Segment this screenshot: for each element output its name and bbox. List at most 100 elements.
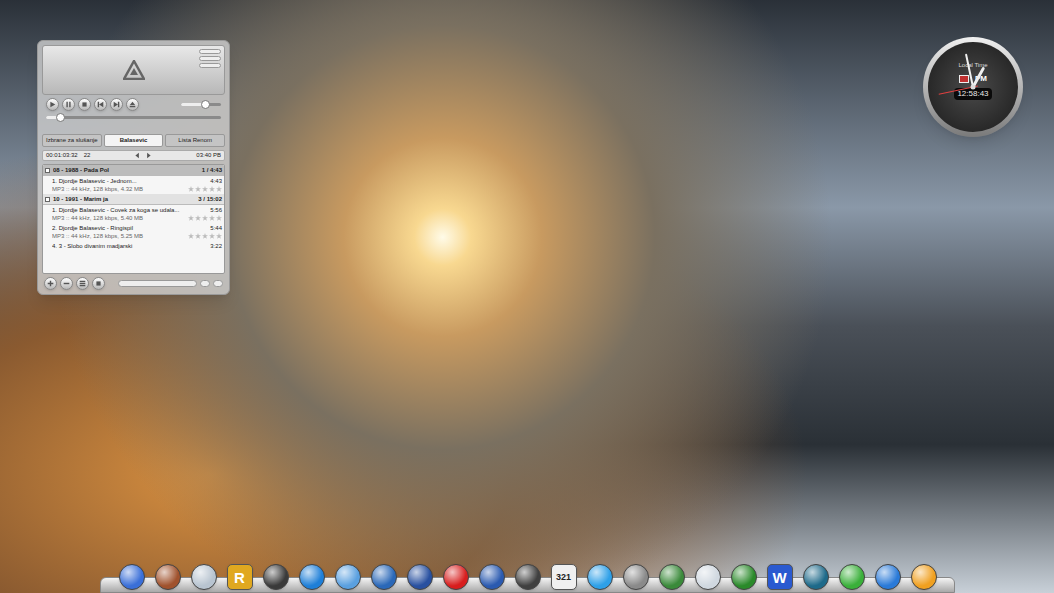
dock-item-icon[interactable] (155, 564, 181, 590)
collapse-box[interactable] (45, 197, 50, 202)
previous-button[interactable] (94, 98, 107, 111)
dock-item-icon[interactable] (731, 564, 757, 590)
mode-button[interactable] (200, 280, 210, 287)
star-icon (209, 186, 215, 192)
playlist-tab[interactable]: Izbrane za slušanje (42, 134, 102, 147)
play-button[interactable] (46, 98, 59, 111)
dock-item-icon[interactable] (587, 564, 613, 590)
dock-item-icon[interactable] (407, 564, 433, 590)
playlist-group[interactable]: 08 - 1988 - Pada Pol1 / 4:43 (43, 165, 224, 176)
search-field[interactable] (118, 280, 197, 287)
mode-button[interactable] (213, 280, 223, 287)
rating[interactable] (188, 186, 222, 192)
clock-face: Local TimePM12:58:43 (928, 42, 1018, 132)
dock-item-icon[interactable] (443, 564, 469, 590)
dock-item-icon[interactable] (299, 564, 325, 590)
playlist-info: 00:01:03:32 22 03:40 PB (42, 150, 225, 161)
aimp-logo-icon (123, 60, 145, 80)
dock: R 321 W (100, 558, 955, 593)
track-count: 22 (84, 151, 91, 160)
dock-item-icon[interactable] (191, 564, 217, 590)
control-icon (145, 152, 152, 159)
control-icon (63, 280, 70, 287)
playlist-tabs: Izbrane za slušanjeBalasevicLista Renom (42, 134, 225, 147)
sort-button[interactable] (76, 277, 89, 290)
menu-button[interactable] (92, 277, 105, 290)
control-icon (113, 101, 120, 108)
progress-row (42, 114, 225, 121)
rating[interactable] (188, 233, 222, 239)
control-icon (81, 101, 88, 108)
dock-item-icon[interactable] (803, 564, 829, 590)
playlist-track[interactable]: 2. Djordje Balasevic - Ringispil5:44MP3 … (43, 223, 224, 241)
star-icon (216, 186, 222, 192)
dock-item-icon[interactable] (623, 564, 649, 590)
star-icon (195, 233, 201, 239)
dock-item-icon[interactable] (911, 564, 937, 590)
progress-slider[interactable] (46, 116, 221, 119)
star-icon (202, 233, 208, 239)
window-button[interactable] (199, 49, 221, 54)
playlist-group[interactable]: 10 - 1991 - Marim ja3 / 15:02 (43, 194, 224, 205)
playlist-tab[interactable]: Lista Renom (165, 134, 225, 147)
clock-widget[interactable]: Local TimePM12:58:43 (923, 37, 1023, 137)
control-icon (129, 101, 136, 108)
playlist-track[interactable]: 4. 3 - Slobo divanim madjarski3:22 (43, 241, 224, 251)
remove-button[interactable] (60, 277, 73, 290)
window-button[interactable] (199, 56, 221, 61)
star-icon (209, 233, 215, 239)
collapse-box[interactable] (45, 168, 50, 173)
visualizer (42, 45, 225, 95)
star-icon (202, 215, 208, 221)
dock-item-icon[interactable] (335, 564, 361, 590)
rating[interactable] (188, 215, 222, 221)
desktop: Izbrane za slušanjeBalasevicLista Renom 0… (0, 0, 1054, 593)
star-icon (195, 186, 201, 192)
star-icon (188, 186, 194, 192)
open-button[interactable] (126, 98, 139, 111)
control-icon (65, 101, 72, 108)
dock-item-icon[interactable] (479, 564, 505, 590)
dock-item-icon[interactable] (371, 564, 397, 590)
dock-item-icon[interactable] (659, 564, 685, 590)
dock-item-icon[interactable] (515, 564, 541, 590)
window-button[interactable] (199, 63, 221, 68)
dock-item-icon[interactable] (695, 564, 721, 590)
slider-thumb[interactable] (201, 100, 210, 109)
dock-item[interactable]: R (227, 564, 253, 590)
dock-item-icon[interactable] (839, 564, 865, 590)
star-icon (216, 233, 222, 239)
stop-button[interactable] (78, 98, 91, 111)
dock-item-icon[interactable] (263, 564, 289, 590)
slider-thumb[interactable] (56, 113, 65, 122)
volume-slider[interactable] (181, 103, 221, 106)
dock-item[interactable]: W (767, 564, 793, 590)
pause-button[interactable] (62, 98, 75, 111)
playlist-track[interactable]: 1. Djordje Balasevic - Jednom...4:43MP3 … (43, 176, 224, 194)
control-icon (134, 152, 141, 159)
playlist: 08 - 1988 - Pada Pol1 / 4:431. Djordje B… (42, 164, 225, 274)
total-time: 03:40 PB (196, 151, 221, 160)
window-buttons (199, 49, 221, 68)
dock-item-icon[interactable] (119, 564, 145, 590)
star-icon (195, 215, 201, 221)
star-icon (209, 215, 215, 221)
clock-hands-icon (928, 42, 1018, 132)
media-player[interactable]: Izbrane za slušanjeBalasevicLista Renom 0… (37, 40, 230, 295)
next-button[interactable] (110, 98, 123, 111)
playlist-tab[interactable]: Balasevic (104, 134, 164, 147)
star-icon (216, 215, 222, 221)
star-icon (202, 186, 208, 192)
elapsed-time: 00:01:03:32 (46, 151, 78, 160)
controls (42, 98, 225, 111)
control-icon (97, 101, 104, 108)
add-button[interactable] (44, 277, 57, 290)
control-icon (95, 280, 102, 287)
control-icon (47, 280, 54, 287)
star-icon (188, 215, 194, 221)
dock-item[interactable]: 321 (551, 564, 577, 590)
star-icon (188, 233, 194, 239)
playlist-track[interactable]: 1. Djordje Balasevic - Covek za koga se … (43, 205, 224, 223)
calendar-icon (959, 75, 969, 83)
dock-item-icon[interactable] (875, 564, 901, 590)
